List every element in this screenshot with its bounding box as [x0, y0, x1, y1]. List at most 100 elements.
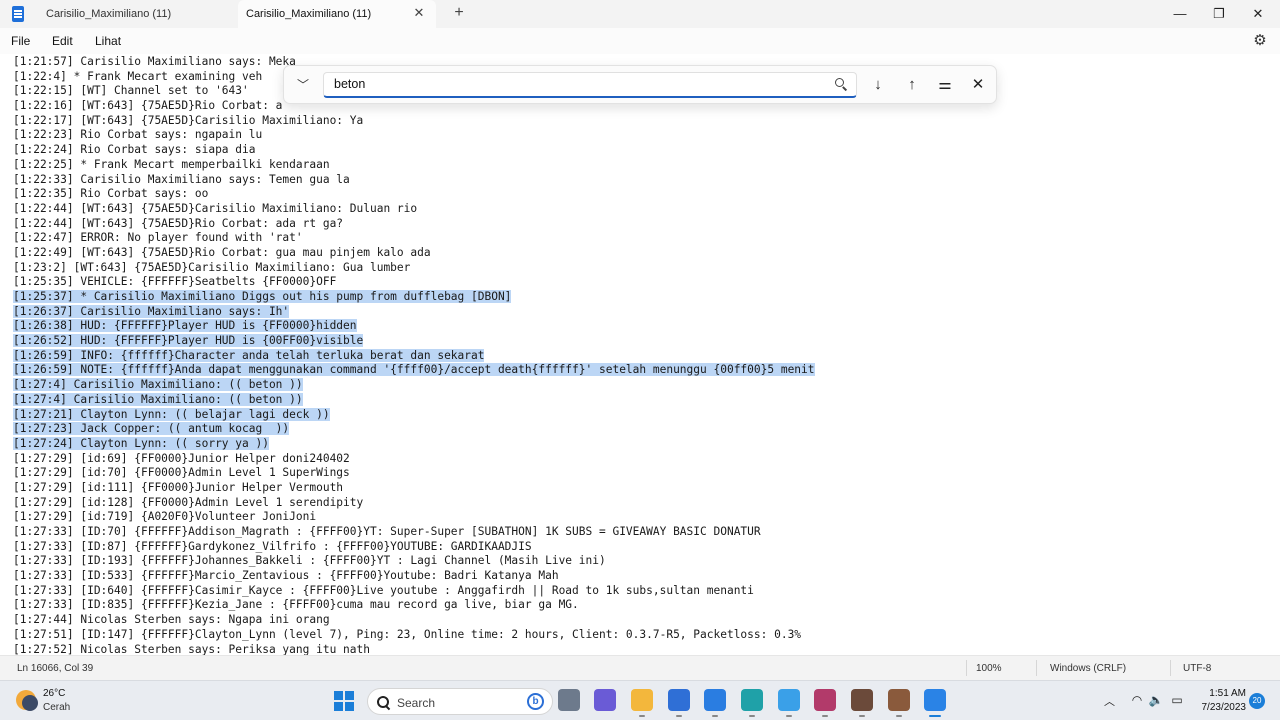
text-line[interactable]: [1:26:59] INFO: {ffffff}Character anda t… — [13, 348, 815, 364]
menu-edit[interactable]: Edit — [52, 34, 73, 48]
line-text: [1:27:29] [id:719] {A020F0}Volunteer Jon… — [13, 510, 317, 524]
clock-time[interactable]: 1:51 AM — [1196, 688, 1246, 699]
edge-browser-icon[interactable] — [741, 689, 763, 717]
text-line[interactable]: [1:25:35] VEHICLE: {FFFFFF}Seatbelts {FF… — [13, 275, 815, 290]
text-line[interactable]: [1:27:29] [id:70] {FF0000}Admin Level 1 … — [13, 466, 815, 481]
text-line[interactable]: [1:27:23] Jack Copper: (( antum kocag )) — [13, 422, 815, 437]
chevron-up-icon[interactable]: ︿ — [1104, 693, 1115, 709]
find-input-box[interactable] — [323, 72, 857, 98]
text-line[interactable]: [1:27:44] Nicolas Sterben says: Ngapa in… — [13, 613, 815, 628]
find-next-arrow-down-icon[interactable]: ↓ — [868, 75, 888, 95]
game-app-2-icon[interactable] — [888, 689, 910, 717]
tab-inactive[interactable]: Carisilio_Maximiliano (11) — [38, 0, 234, 28]
menu-file[interactable]: File — [11, 34, 30, 48]
text-line[interactable]: [1:22:33] Carisilio Maximiliano says: Te… — [13, 173, 815, 188]
text-line[interactable]: [1:22:17] [WT:643] {75AE5D}Carisilio Max… — [13, 114, 815, 129]
selected-text: [1:26:52] HUD: {FFFFFF}Player HUD is {00… — [13, 334, 364, 348]
text-line[interactable]: [1:23:2] [WT:643] {75AE5D}Carisilio Maxi… — [13, 261, 815, 276]
text-line[interactable]: [1:22:35] Rio Corbat says: oo — [13, 187, 815, 202]
line-text: [1:27:33] [ID:533] {FFFFFF}Marcio_Zentav… — [13, 569, 559, 583]
taskbar-search[interactable]: Search b — [367, 688, 553, 715]
selected-text: [1:27:23] Jack Copper: (( antum kocag )) — [13, 422, 290, 436]
close-tab-icon[interactable]: ✕ — [412, 6, 426, 20]
text-line[interactable]: [1:27:4] Carisilio Maximiliano: (( beton… — [13, 378, 815, 393]
task-view-icon[interactable] — [558, 689, 580, 711]
find-previous-arrow-up-icon[interactable]: ↑ — [902, 75, 922, 95]
menu-view[interactable]: Lihat — [95, 34, 121, 48]
text-line[interactable]: [1:27:33] [ID:533] {FFFFFF}Marcio_Zentav… — [13, 569, 815, 584]
winrar-icon[interactable] — [814, 689, 836, 717]
text-line[interactable]: [1:27:33] [ID:193] {FFFFFF}Johannes_Bakk… — [13, 554, 815, 569]
notepad-icon — [12, 6, 24, 22]
text-line[interactable]: [1:27:29] [id:111] {FF0000}Junior Helper… — [13, 481, 815, 496]
encoding[interactable]: UTF-8 — [1183, 663, 1211, 674]
text-line[interactable]: [1:27:29] [id:69] {FF0000}Junior Helper … — [13, 452, 815, 467]
selected-text: [1:26:37] Carisilio Maximiliano says: Ih… — [13, 304, 290, 318]
close-find-icon[interactable]: ✕ — [968, 75, 988, 95]
text-line[interactable]: [1:27:4] Carisilio Maximiliano: (( beton… — [13, 392, 815, 408]
line-ending[interactable]: Windows (CRLF) — [1050, 663, 1126, 674]
text-line[interactable]: [1:26:59] NOTE: {ffffff}Anda dapat mengg… — [13, 363, 815, 378]
windows-start-icon[interactable] — [334, 691, 354, 711]
line-text: [1:27:33] [ID:640] {FFFFFF}Casimir_Kayce… — [13, 583, 754, 597]
search-icon — [377, 696, 390, 709]
notepad-icon[interactable] — [924, 689, 946, 717]
find-input[interactable] — [334, 73, 814, 95]
mshp-app-icon[interactable] — [704, 689, 726, 717]
tab-active[interactable]: Carisilio_Maximiliano (11) ✕ — [238, 0, 436, 28]
wifi-icon[interactable]: ◠ — [1129, 693, 1145, 707]
line-text: [1:22:44] [WT:643] {75AE5D}Rio Corbat: a… — [13, 216, 344, 230]
chevron-down-icon[interactable]: ﹀ — [294, 76, 312, 94]
microsoft-store-icon[interactable] — [668, 689, 690, 717]
battery-icon[interactable]: ▭ — [1169, 693, 1185, 707]
teams-chat-icon[interactable] — [594, 689, 616, 711]
text-line[interactable]: [1:22:25] * Frank Mecart memperbailki ke… — [13, 158, 815, 173]
text-line[interactable]: [1:26:38] HUD: {FFFFFF}Player HUD is {FF… — [13, 319, 815, 334]
weather-moon-icon[interactable] — [16, 690, 38, 711]
text-line[interactable]: [1:22:23] Rio Corbat says: ngapain lu — [13, 128, 815, 143]
line-text: [1:27:51] [ID:147] {FFFFFF}Clayton_Lynn … — [13, 627, 802, 641]
text-line[interactable]: [1:27:33] [ID:70] {FFFFFF}Addison_Magrat… — [13, 525, 815, 540]
maximize-button[interactable]: ❐ — [1199, 0, 1239, 28]
new-tab-button[interactable]: + — [450, 4, 468, 22]
text-line[interactable]: [1:22:44] [WT:643] {75AE5D}Rio Corbat: a… — [13, 217, 815, 232]
bug-app-icon[interactable] — [778, 689, 800, 717]
text-line[interactable]: [1:27:29] [id:128] {FF0000}Admin Level 1… — [13, 496, 815, 511]
search-icon[interactable] — [834, 77, 848, 91]
find-options-sliders-icon[interactable]: ⚌ — [935, 75, 955, 95]
text-line[interactable]: [1:27:29] [id:719] {A020F0}Volunteer Jon… — [13, 510, 815, 525]
text-line[interactable]: [1:27:33] [ID:640] {FFFFFF}Casimir_Kayce… — [13, 584, 815, 599]
file-explorer-icon[interactable] — [631, 689, 653, 717]
text-line[interactable]: [1:27:51] [ID:147] {FFFFFF}Clayton_Lynn … — [13, 628, 815, 643]
text-line[interactable]: [1:26:37] Carisilio Maximiliano says: Ih… — [13, 304, 815, 320]
close-window-button[interactable]: ✕ — [1238, 0, 1278, 28]
tab-title: Carisilio_Maximiliano (11) — [46, 8, 172, 20]
text-line[interactable]: [1:26:52] HUD: {FFFFFF}Player HUD is {00… — [13, 334, 815, 349]
text-line[interactable]: [1:27:52] Nicolas Sterben says: Periksa … — [13, 643, 815, 656]
text-editor[interactable]: [1:21:57] Carisilio Maximiliano says: Me… — [0, 54, 1280, 655]
weather-description[interactable]: Cerah — [43, 702, 70, 713]
text-line[interactable]: [1:22:24] Rio Corbat says: siapa dia — [13, 143, 815, 158]
notification-badge[interactable]: 20 — [1249, 693, 1265, 709]
line-text: [1:22:47] ERROR: No player found with 'r… — [13, 231, 303, 245]
text-line[interactable]: [1:25:37] * Carisilio Maximiliano Diggs … — [13, 290, 815, 305]
text-line[interactable]: [1:22:47] ERROR: No player found with 'r… — [13, 231, 815, 246]
settings-gear-icon[interactable]: ⚙ — [1252, 33, 1268, 49]
text-line[interactable]: [1:27:33] [ID:835] {FFFFFF}Kezia_Jane : … — [13, 598, 815, 613]
text-line[interactable]: [1:27:21] Clayton Lynn: (( belajar lagi … — [13, 407, 815, 423]
line-text: [1:27:52] Nicolas Sterben says: Periksa … — [13, 642, 370, 656]
line-text: [1:27:33] [ID:835] {FFFFFF}Kezia_Jane : … — [13, 598, 579, 612]
game-app-1-icon[interactable] — [851, 689, 873, 717]
speaker-icon[interactable]: 🔈 — [1148, 693, 1164, 707]
line-text: [1:22:4] * Frank Mecart examining veh — [13, 69, 263, 83]
text-line[interactable]: [1:27:33] [ID:87] {FFFFFF}Gardykonez_Vil… — [13, 540, 815, 555]
text-line[interactable]: [1:27:24] Clayton Lynn: (( sorry ya )) — [13, 436, 815, 452]
clock-date[interactable]: 7/23/2023 — [1186, 702, 1247, 713]
bing-icon[interactable]: b — [527, 693, 544, 710]
editor-lines: [1:21:57] Carisilio Maximiliano says: Me… — [13, 55, 815, 655]
zoom-level[interactable]: 100% — [976, 663, 1002, 674]
minimize-button[interactable]: — — [1160, 0, 1200, 28]
text-line[interactable]: [1:22:44] [WT:643] {75AE5D}Carisilio Max… — [13, 202, 815, 217]
weather-temperature[interactable]: 26°C — [43, 688, 65, 699]
text-line[interactable]: [1:22:49] [WT:643] {75AE5D}Rio Corbat: g… — [13, 246, 815, 261]
